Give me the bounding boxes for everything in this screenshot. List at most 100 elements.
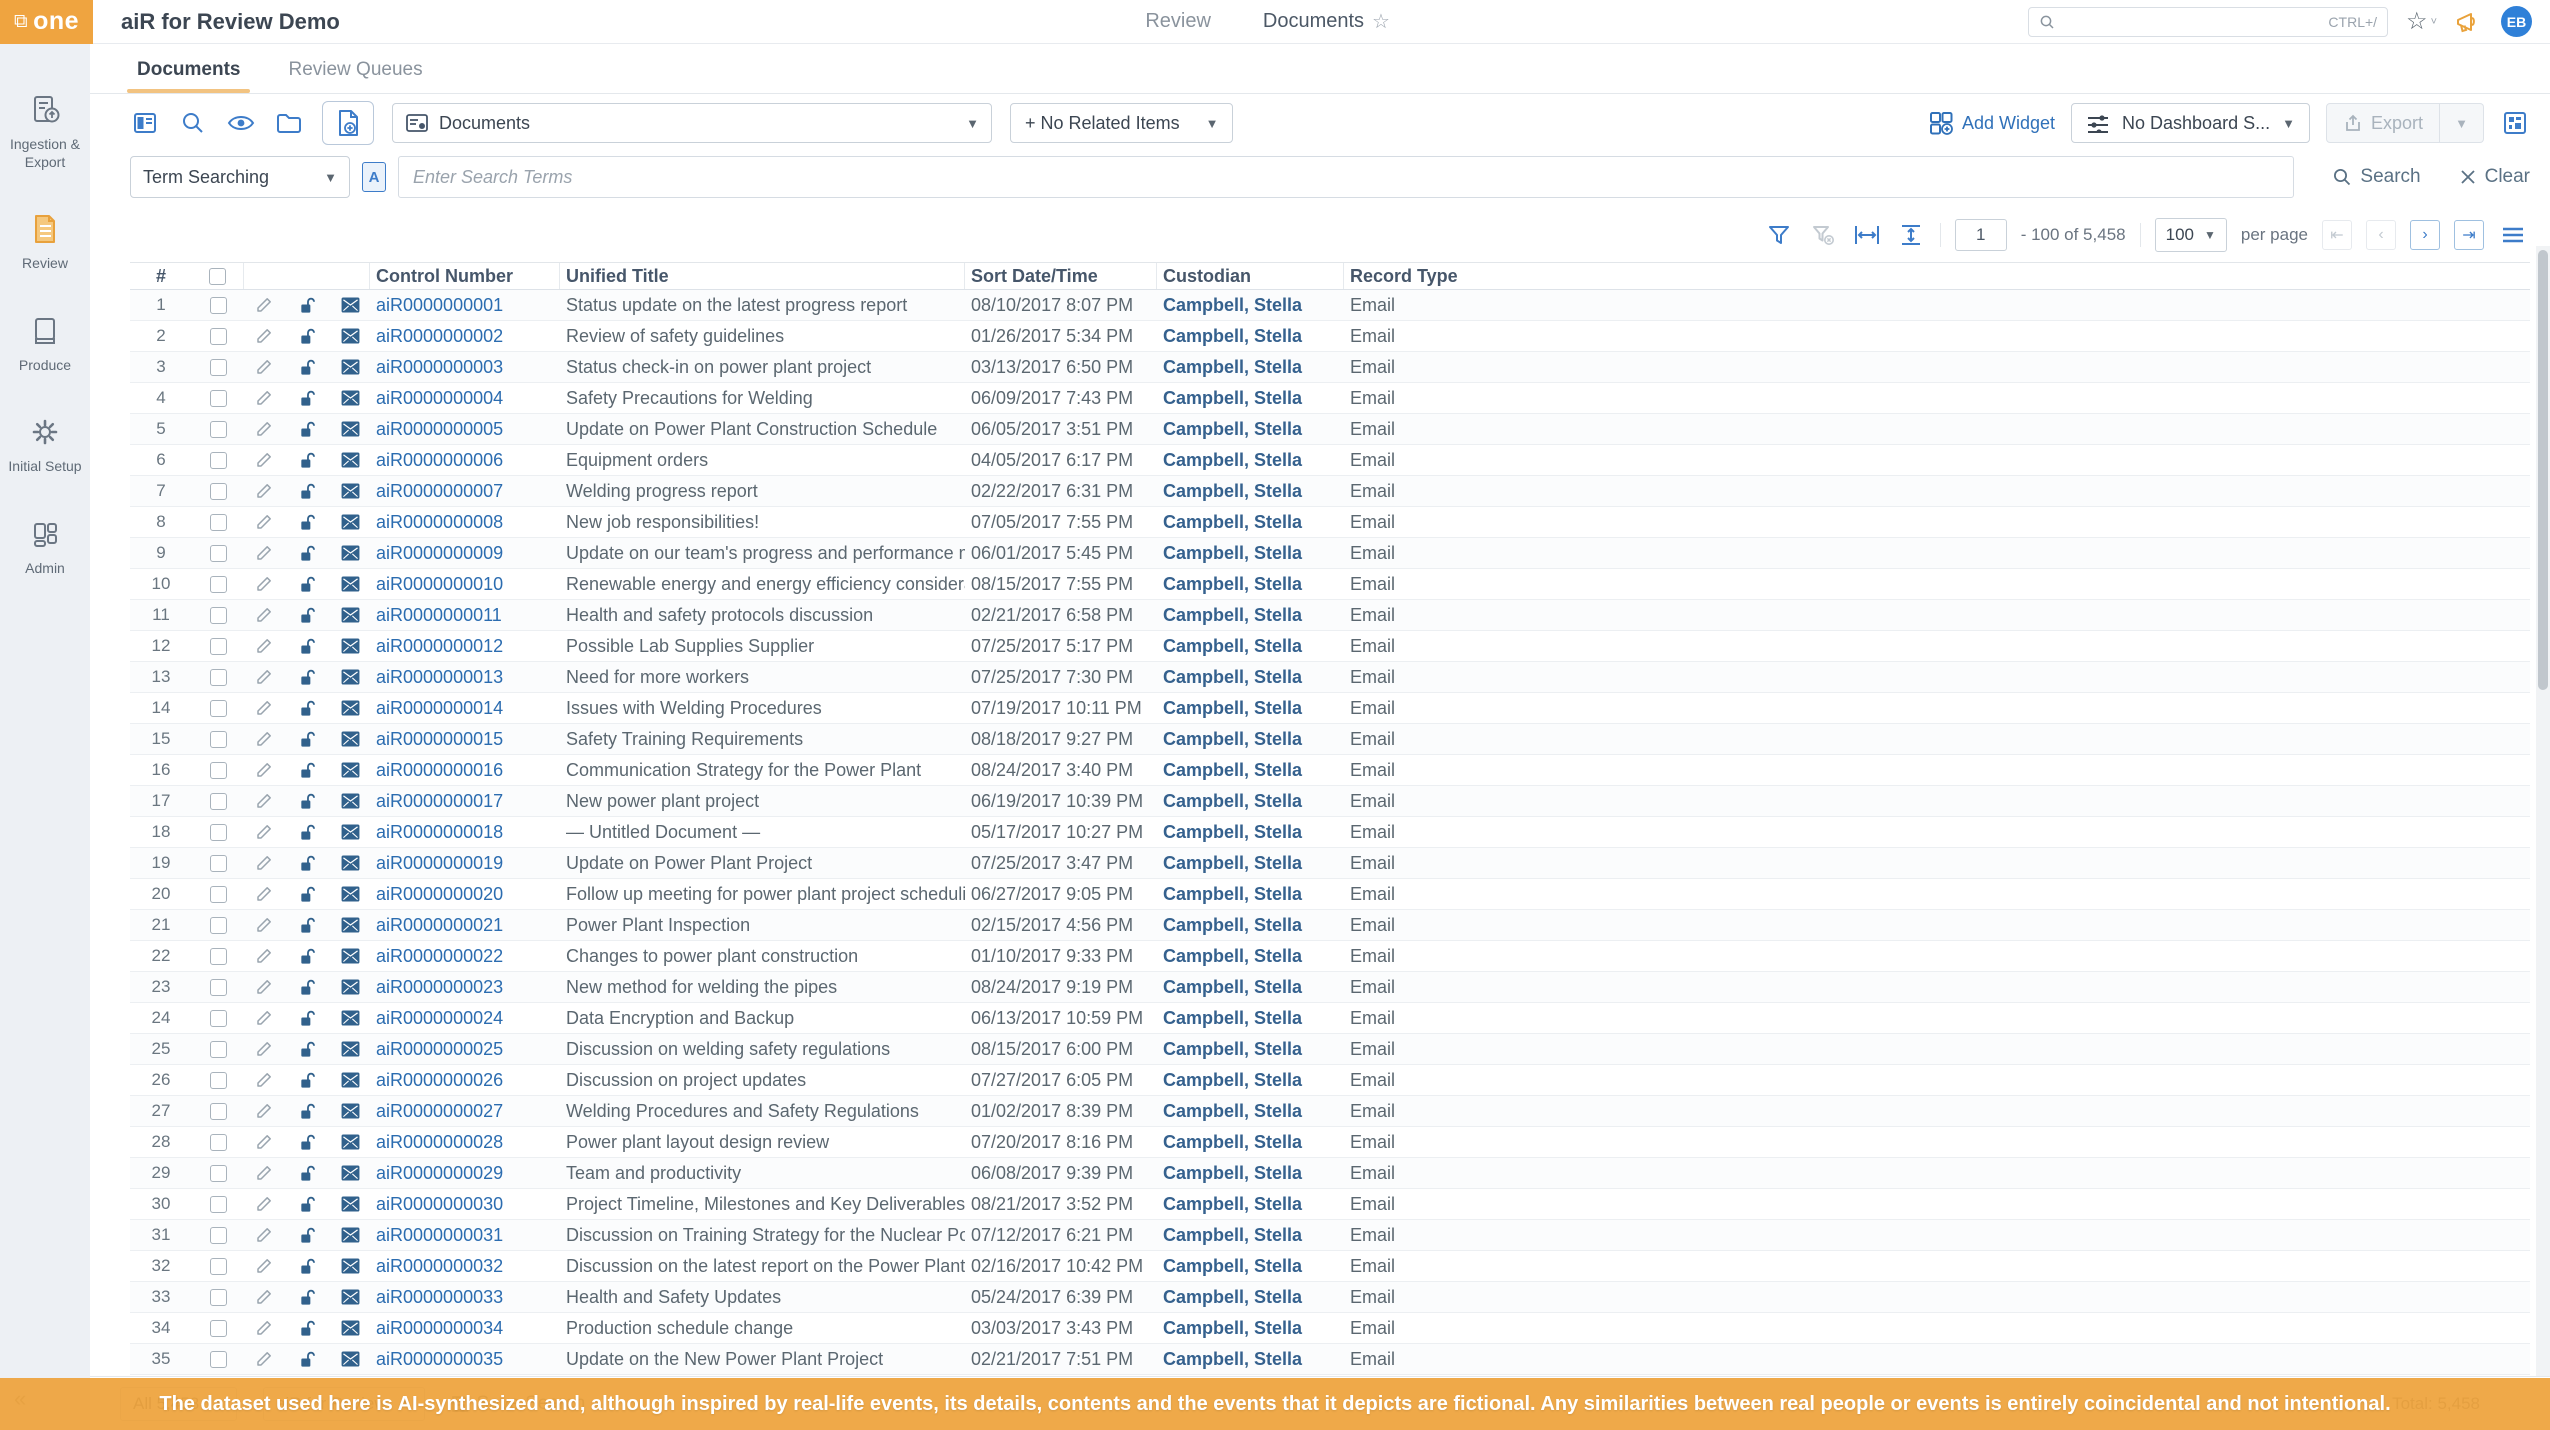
row-checkbox[interactable] <box>210 1165 227 1182</box>
row-checkbox[interactable] <box>210 979 227 996</box>
table-row[interactable]: 17 aiR0000000017 New power plant project… <box>130 786 2530 817</box>
column-header-record-type[interactable]: Record Type <box>1344 263 2530 289</box>
email-document-button[interactable] <box>341 886 360 902</box>
edit-row-button[interactable] <box>255 823 273 841</box>
row-checkbox[interactable] <box>210 1103 227 1120</box>
row-checkbox[interactable] <box>210 731 227 748</box>
clear-button[interactable]: Clear <box>2459 166 2530 188</box>
tab-review-queues[interactable]: Review Queues <box>284 59 426 93</box>
favorite-star-icon[interactable]: ☆ <box>1372 9 1390 34</box>
sidebar-item-admin[interactable]: Admin <box>0 516 90 578</box>
email-document-button[interactable] <box>341 297 360 313</box>
table-row[interactable]: 9 aiR0000000009 Update on our team's pro… <box>130 538 2530 569</box>
table-row[interactable]: 16 aiR0000000016 Communication Strategy … <box>130 755 2530 786</box>
table-row[interactable]: 25 aiR0000000025 Discussion on welding s… <box>130 1034 2530 1065</box>
next-page-button[interactable]: › <box>2410 220 2440 250</box>
table-row[interactable]: 13 aiR0000000013 Need for more workers 0… <box>130 662 2530 693</box>
announcements-megaphone-icon[interactable] <box>2455 10 2483 34</box>
row-checkbox[interactable] <box>210 1227 227 1244</box>
lock-status-button[interactable] <box>298 978 317 997</box>
edit-row-button[interactable] <box>255 854 273 872</box>
email-document-button[interactable] <box>341 452 360 468</box>
lock-status-button[interactable] <box>298 482 317 501</box>
email-document-button[interactable] <box>341 1072 360 1088</box>
email-document-button[interactable] <box>341 359 360 375</box>
row-checkbox[interactable] <box>210 514 227 531</box>
lock-status-button[interactable] <box>298 451 317 470</box>
email-document-button[interactable] <box>341 638 360 654</box>
edit-row-button[interactable] <box>255 575 273 593</box>
row-checkbox[interactable] <box>210 669 227 686</box>
control-number-link[interactable]: aiR0000000029 <box>370 1163 560 1184</box>
row-checkbox[interactable] <box>210 1134 227 1151</box>
edit-row-button[interactable] <box>255 482 273 500</box>
related-items-dropdown[interactable]: + No Related Items ▼ <box>1010 103 1233 143</box>
page-number-input[interactable] <box>1955 219 2007 251</box>
edit-row-button[interactable] <box>255 358 273 376</box>
table-row[interactable]: 33 aiR0000000033 Health and Safety Updat… <box>130 1282 2530 1313</box>
lock-status-button[interactable] <box>298 1071 317 1090</box>
lock-status-button[interactable] <box>298 854 317 873</box>
control-number-link[interactable]: aiR0000000023 <box>370 977 560 998</box>
table-row[interactable]: 14 aiR0000000014 Issues with Welding Pro… <box>130 693 2530 724</box>
lock-status-button[interactable] <box>298 606 317 625</box>
control-number-link[interactable]: aiR0000000001 <box>370 295 560 316</box>
table-row[interactable]: 34 aiR0000000034 Production schedule cha… <box>130 1313 2530 1344</box>
edit-row-button[interactable] <box>255 1040 273 1058</box>
last-page-button[interactable]: ⇥ <box>2454 220 2484 250</box>
email-document-button[interactable] <box>341 793 360 809</box>
table-row[interactable]: 10 aiR0000000010 Renewable energy and en… <box>130 569 2530 600</box>
row-checkbox[interactable] <box>210 328 227 345</box>
email-document-button[interactable] <box>341 700 360 716</box>
email-document-button[interactable] <box>341 1103 360 1119</box>
table-row[interactable]: 12 aiR0000000012 Possible Lab Supplies S… <box>130 631 2530 662</box>
row-checkbox[interactable] <box>210 607 227 624</box>
row-checkbox[interactable] <box>210 1196 227 1213</box>
row-checkbox[interactable] <box>210 1320 227 1337</box>
table-row[interactable]: 2 aiR0000000002 Review of safety guideli… <box>130 321 2530 352</box>
email-document-button[interactable] <box>341 514 360 530</box>
row-checkbox[interactable] <box>210 855 227 872</box>
email-document-button[interactable] <box>341 669 360 685</box>
email-document-button[interactable] <box>341 1165 360 1181</box>
email-document-button[interactable] <box>341 917 360 933</box>
edit-row-button[interactable] <box>255 389 273 407</box>
control-number-link[interactable]: aiR0000000005 <box>370 419 560 440</box>
row-checkbox[interactable] <box>210 1258 227 1275</box>
row-checkbox[interactable] <box>210 793 227 810</box>
control-number-link[interactable]: aiR0000000025 <box>370 1039 560 1060</box>
lock-status-button[interactable] <box>298 1009 317 1028</box>
global-search-input[interactable] <box>2063 13 2320 31</box>
row-checkbox[interactable] <box>210 1289 227 1306</box>
control-number-link[interactable]: aiR0000000008 <box>370 512 560 533</box>
control-number-link[interactable]: aiR0000000013 <box>370 667 560 688</box>
table-row[interactable]: 7 aiR0000000007 Welding progress report … <box>130 476 2530 507</box>
sidebar-item-produce[interactable]: Produce <box>0 313 90 375</box>
table-row[interactable]: 1 aiR0000000001 Status update on the lat… <box>130 290 2530 321</box>
table-row[interactable]: 28 aiR0000000028 Power plant layout desi… <box>130 1127 2530 1158</box>
lock-status-button[interactable] <box>298 575 317 594</box>
control-number-link[interactable]: aiR0000000022 <box>370 946 560 967</box>
row-checkbox[interactable] <box>210 917 227 934</box>
control-number-link[interactable]: aiR0000000011 <box>370 605 560 626</box>
email-document-button[interactable] <box>341 421 360 437</box>
search-browser-button[interactable] <box>178 108 208 138</box>
vertical-scrollbar-track[interactable] <box>2536 246 2550 1430</box>
column-header-unified-title[interactable]: Unified Title <box>560 263 965 289</box>
export-options-button[interactable]: ▼ <box>2440 103 2484 143</box>
email-document-button[interactable] <box>341 1010 360 1026</box>
control-number-link[interactable]: aiR0000000034 <box>370 1318 560 1339</box>
control-number-link[interactable]: aiR0000000004 <box>370 388 560 409</box>
row-checkbox[interactable] <box>210 1041 227 1058</box>
sidebar-item-initial-setup[interactable]: Initial Setup <box>0 414 90 476</box>
email-document-button[interactable] <box>341 979 360 995</box>
edit-row-button[interactable] <box>255 1319 273 1337</box>
vertical-scrollbar-thumb[interactable] <box>2538 250 2548 690</box>
control-number-link[interactable]: aiR0000000019 <box>370 853 560 874</box>
table-row[interactable]: 8 aiR0000000008 New job responsibilities… <box>130 507 2530 538</box>
table-row[interactable]: 21 aiR0000000021 Power Plant Inspection … <box>130 910 2530 941</box>
row-checkbox[interactable] <box>210 452 227 469</box>
control-number-link[interactable]: aiR0000000009 <box>370 543 560 564</box>
table-row[interactable]: 22 aiR0000000022 Changes to power plant … <box>130 941 2530 972</box>
table-row[interactable]: 26 aiR0000000026 Discussion on project u… <box>130 1065 2530 1096</box>
